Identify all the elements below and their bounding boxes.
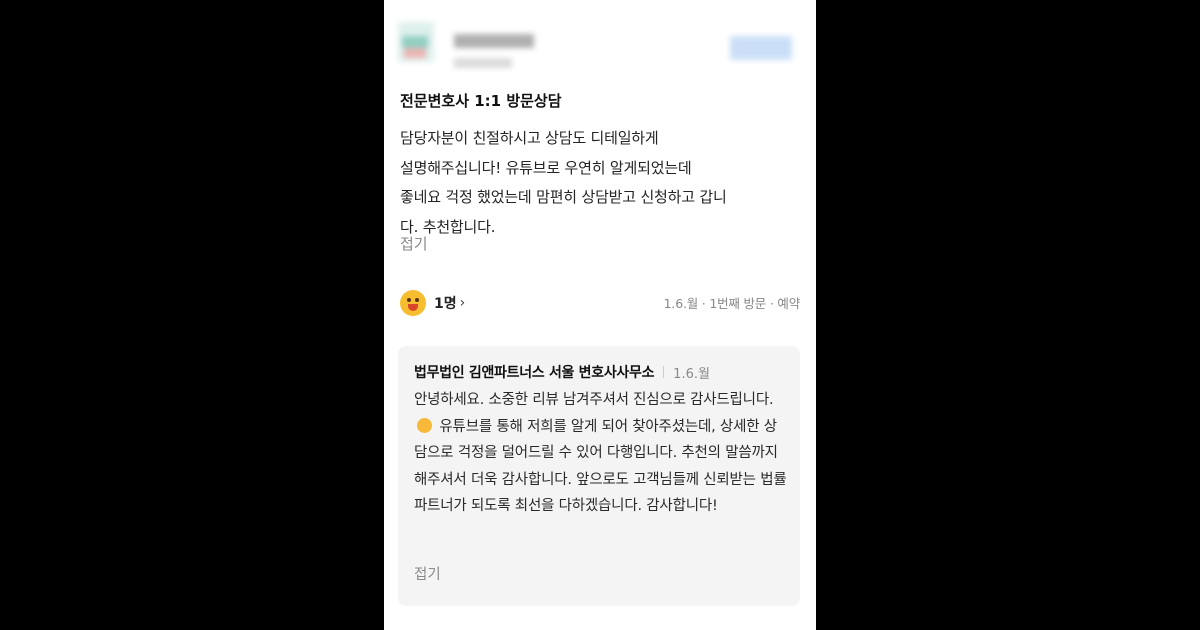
face-emoji-icon xyxy=(400,290,426,316)
reaction-button[interactable]: 1명 › xyxy=(400,290,465,316)
reply-date: 1.6.월 xyxy=(673,366,710,382)
divider xyxy=(663,366,665,378)
review-title: 전문변호사 1:1 방문상담 xyxy=(400,92,562,110)
reply-author: 법무법인 김앤파트너스 서울 변호사사무소 xyxy=(414,365,655,381)
reply-text-part-2: 유튜브를 통해 저희를 알게 되어 찾아주셨는데, 상세한 상담으로 걱정을 덜… xyxy=(414,418,787,515)
review-body: 담당자분이 친절하시고 상담도 디테일하게 설명해주십니다! 유튜브로 우연히 … xyxy=(400,129,727,236)
owner-reply: 법무법인 김앤파트너스 서울 변호사사무소 1.6.월 안녕하세요. 소중한 리… xyxy=(398,346,800,606)
follow-button-blurred[interactable] xyxy=(730,36,792,60)
reaction-count: 1명 xyxy=(434,296,457,312)
reviewer-name-blurred[interactable] xyxy=(454,34,534,48)
reply-header: 법무법인 김앤파트너스 서울 변호사사무소 1.6.월 xyxy=(414,362,710,382)
smile-emoji-icon xyxy=(417,417,432,433)
avatar[interactable] xyxy=(398,22,434,62)
reviewer-info-blurred xyxy=(454,58,512,68)
review-fold-link[interactable]: 접기 xyxy=(400,233,428,254)
reply-text-part-1: 안녕하세요. 소중한 리뷰 남겨주셔서 진심으로 감사드립니다. xyxy=(414,392,774,408)
chevron-right-icon: › xyxy=(459,295,466,311)
review-card: 전문변호사 1:1 방문상담 담당자분이 친절하시고 상담도 디테일하게 설명해… xyxy=(384,0,816,630)
reply-fold-link[interactable]: 접기 xyxy=(414,563,441,584)
reply-body: 안녕하세요. 소중한 리뷰 남겨주셔서 진심으로 감사드립니다. 유튜브를 통해… xyxy=(414,387,790,520)
visit-meta: 1.6.월 · 1번째 방문 · 예약 xyxy=(663,296,801,311)
